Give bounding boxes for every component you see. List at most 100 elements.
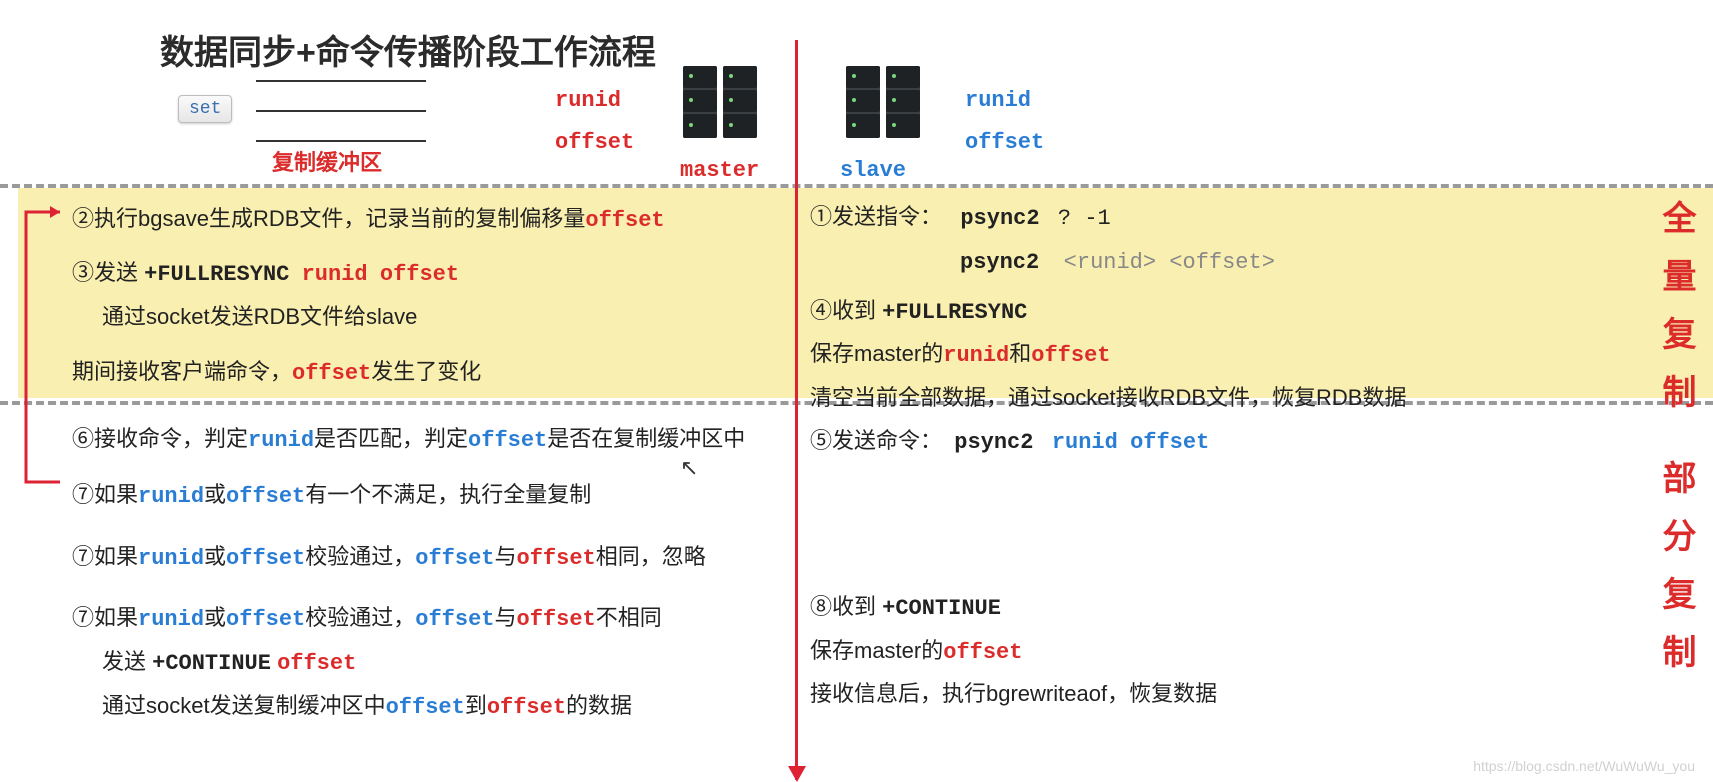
slave-runid: runid — [965, 80, 1044, 122]
step-8b: 保存master的offset — [810, 630, 1440, 674]
master-runid: runid — [555, 80, 634, 122]
step3-fullresync: +FULLRESYNC — [144, 262, 289, 287]
mid-offset: offset — [292, 361, 371, 386]
step-4c: 清空当前全部数据，通过socket接收RDB文件，恢复RDB数据 — [810, 377, 1440, 419]
mid-text: 期间接收客户端命令， — [72, 359, 292, 384]
s8b-text: 保存master的 — [810, 638, 943, 663]
s7a-runid: runid — [138, 484, 204, 509]
s7c-pass: 校验通过， — [305, 605, 415, 630]
s7c-off1: offset — [415, 607, 494, 632]
watermark: https://blog.csdn.net/WuWuWu_you — [1473, 758, 1695, 774]
s7b-and: 与 — [495, 544, 517, 569]
s6-offset: offset — [468, 428, 547, 453]
master-partial-steps: ⑥接收命令，判定runid是否匹配，判定offset是否在复制缓冲区中 ⑦如果r… — [72, 418, 777, 729]
side-label-partial: 部分复制 — [1652, 460, 1701, 692]
step4b-and: 和 — [1009, 341, 1031, 366]
step-5: ⑤发送命令： psync2 runid offset — [810, 420, 1440, 464]
s8-text: ⑧收到 — [810, 594, 882, 619]
buffer-label: 复制缓冲区 — [272, 145, 382, 177]
s5-cmd: psync2 — [954, 430, 1033, 455]
server-master-icon — [677, 60, 767, 150]
step2-text: ②执行bgsave生成RDB文件，记录当前的复制偏移量 — [72, 206, 585, 231]
s5-runid: runid — [1052, 430, 1118, 455]
s7b-off2: offset — [517, 546, 596, 571]
step3-socket: 通过socket发送RDB文件给slave — [72, 296, 777, 338]
s7b-runid: runid — [138, 546, 204, 571]
s7c-if: ⑦如果 — [72, 605, 138, 630]
s7c-to: 到 — [465, 693, 487, 718]
s7c-data: 的数据 — [566, 693, 632, 718]
divider-top — [0, 184, 1713, 188]
s8-continue: +CONTINUE — [882, 596, 1001, 621]
s7c-end: 不相同 — [596, 605, 662, 630]
step4b-runid: runid — [943, 343, 1009, 368]
step1b-cmd: psync2 — [960, 250, 1039, 275]
master-meta: runid offset — [555, 80, 634, 164]
s7c-socket-line: 通过socket发送复制缓冲区中offset到offset的数据 — [72, 685, 777, 729]
step-4b: 保存master的runid和offset — [810, 333, 1440, 377]
step-6: ⑥接收命令，判定runid是否匹配，判定offset是否在复制缓冲区中 — [72, 418, 777, 462]
s7c-send-line: 发送 +CONTINUE offset — [72, 641, 777, 685]
side-label-full: 全量复制 — [1652, 200, 1701, 432]
master-offset: offset — [555, 122, 634, 164]
s7c-and: 与 — [495, 605, 517, 630]
step-8c: 接收信息后，执行bgrewriteaof，恢复数据 — [810, 673, 1440, 715]
role-slave: slave — [840, 158, 906, 183]
step-7b: ⑦如果runid或offset校验通过，offset与offset相同，忽略 — [72, 536, 777, 580]
s7c-send: 发送 — [102, 649, 152, 674]
s6-runid: runid — [248, 428, 314, 453]
slave-partial-steps: ⑤发送命令： psync2 runid offset ⑧收到 +CONTINUE… — [810, 420, 1440, 715]
step3-prefix: ③发送 — [72, 260, 144, 285]
step-1: ①发送指令： psync2 ? -1 — [810, 196, 1440, 240]
s8b-offset: offset — [943, 640, 1022, 665]
step1-args: ? -1 — [1058, 206, 1111, 231]
step-7c: ⑦如果runid或offset校验通过，offset与offset不相同 发送 … — [72, 597, 777, 728]
divider-vertical — [795, 40, 798, 780]
s7c-sock-off1: offset — [386, 695, 465, 720]
s5-text: ⑤发送命令： — [810, 428, 942, 453]
master-full-steps: ②执行bgsave生成RDB文件，记录当前的复制偏移量offset ③发送 +F… — [72, 198, 777, 395]
s7a-end: 有一个不满足，执行全量复制 — [305, 482, 591, 507]
s7b-or: 或 — [204, 544, 226, 569]
step1b-args: <runid> <offset> — [1064, 250, 1275, 275]
step-mid: 期间接收客户端命令，offset发生了变化 — [72, 351, 777, 395]
server-slave-icon — [840, 60, 930, 150]
step4b-offset: offset — [1031, 343, 1110, 368]
step-1b: psync2 <runid> <offset> — [810, 240, 1440, 284]
s7c-runid: runid — [138, 607, 204, 632]
s7c-sock: 通过socket发送复制缓冲区中 — [102, 693, 386, 718]
step-7a: ⑦如果runid或offset有一个不满足，执行全量复制 — [72, 474, 777, 518]
s7c-sock-off2: offset — [487, 695, 566, 720]
s7c-off: offset — [277, 651, 356, 676]
step-8: ⑧收到 +CONTINUE — [810, 586, 1440, 630]
mid-text2: 发生了变化 — [371, 359, 481, 384]
page-title: 数据同步+命令传播阶段工作流程 — [160, 25, 656, 74]
s7b-end: 相同，忽略 — [596, 544, 706, 569]
step4-fullresync: +FULLRESYNC — [882, 300, 1027, 325]
step-4: ④收到 +FULLRESYNC — [810, 290, 1440, 334]
step2-offset: offset — [585, 208, 664, 233]
step-3: ③发送 +FULLRESYNC runid offset 通过socket发送R… — [72, 252, 777, 338]
s7c-offset: offset — [226, 607, 305, 632]
step1-text: ①发送指令： — [810, 204, 942, 229]
s7a-offset: offset — [226, 484, 305, 509]
set-button: set — [178, 95, 232, 123]
s6-text: ⑥接收命令，判定 — [72, 426, 248, 451]
slave-full-steps: ①发送指令： psync2 ? -1 psync2 <runid> <offse… — [810, 196, 1440, 419]
s7b-pass: 校验通过， — [305, 544, 415, 569]
loop-arrow — [20, 206, 66, 486]
step3-runid: runid — [302, 262, 368, 287]
slave-meta: runid offset — [965, 80, 1044, 164]
step1-cmd: psync2 — [960, 206, 1039, 231]
s6-end: 是否在复制缓冲区中 — [547, 426, 745, 451]
s7b-offset: offset — [226, 546, 305, 571]
s6-mid: 是否匹配，判定 — [314, 426, 468, 451]
s7c-continue: +CONTINUE — [152, 651, 271, 676]
s7b-if: ⑦如果 — [72, 544, 138, 569]
step4-text: ④收到 — [810, 298, 882, 323]
slave-offset: offset — [965, 122, 1044, 164]
role-master: master — [680, 158, 759, 183]
s5-offset: offset — [1130, 430, 1209, 455]
step3-offset: offset — [380, 262, 459, 287]
step4b-text: 保存master的 — [810, 341, 943, 366]
